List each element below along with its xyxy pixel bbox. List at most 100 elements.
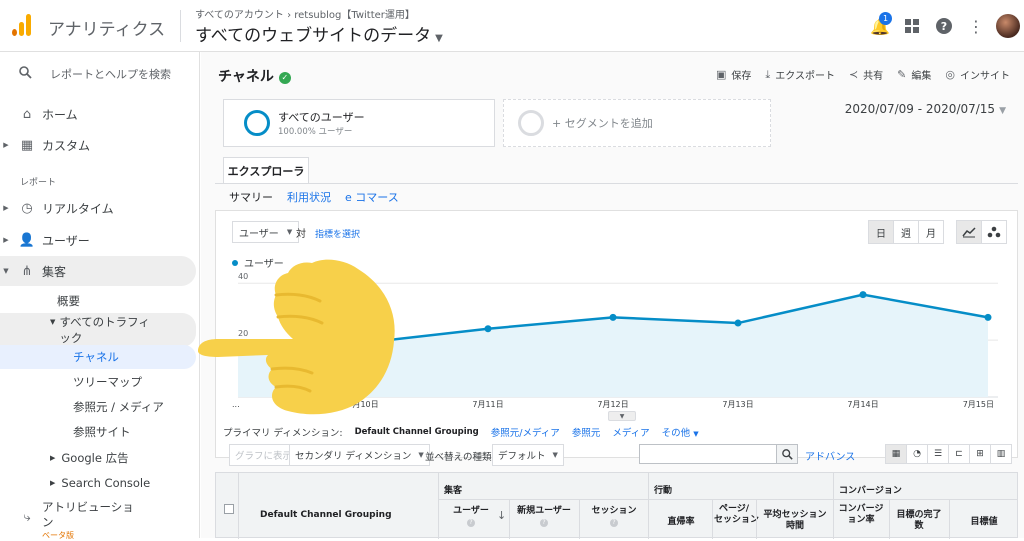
save-button[interactable]: ▣ 保存 <box>716 67 751 82</box>
sidebar-item-referrals[interactable]: 参照サイト <box>0 423 196 441</box>
col-header-sessions[interactable]: セッション? <box>581 506 647 529</box>
segment-all-users[interactable]: すべてのユーザー 100.00% ユーザー <box>223 99 495 147</box>
sidebar-item-treemap[interactable]: ツリーマップ <box>0 373 196 391</box>
col-header-new-users[interactable]: 新規ユーザー? <box>511 506 577 529</box>
collapse-arrow-icon: ▼ <box>50 318 56 326</box>
pie-view-icon[interactable]: ◔ <box>906 444 928 464</box>
sort-arrow-icon: ↓ <box>497 509 507 522</box>
notifications-bell-icon[interactable]: 🔔 1 <box>864 10 896 42</box>
chevron-down-icon: ▼ <box>418 451 424 459</box>
dimension-other[interactable]: その他 ▼ <box>662 425 699 439</box>
group-header-conversion: コンバージョン <box>839 486 902 496</box>
period-month-button[interactable]: 月 <box>918 220 944 244</box>
table-divider <box>756 499 757 539</box>
subtab-summary[interactable]: サマリー <box>229 189 273 205</box>
period-week-button[interactable]: 週 <box>893 220 919 244</box>
share-button[interactable]: ≺ 共有 <box>849 67 883 82</box>
sidebar-item-channels[interactable]: チャネル <box>0 345 196 369</box>
edit-button[interactable]: ✎ 編集 <box>897 67 931 82</box>
secondary-dimension-select[interactable]: セカンダリ ディメンション ▼ <box>289 444 430 466</box>
col-label: セッション <box>591 506 637 516</box>
col-header-users[interactable]: ユーザー? <box>442 506 500 529</box>
sidebar-search[interactable]: レポートとヘルプを検索 <box>0 52 200 96</box>
top-icons: 🔔 1 ? ⋮ <box>864 10 1024 42</box>
table-search-button[interactable] <box>776 444 798 464</box>
col-label: 目標の完了 数 <box>896 510 942 532</box>
pointing-hand-icon <box>198 259 395 415</box>
clock-icon: ◷ <box>21 200 33 216</box>
period-day-button[interactable]: 日 <box>868 220 894 244</box>
sidebar-item-overview[interactable]: 概要 <box>0 292 196 310</box>
help-icon[interactable]: ? <box>928 10 960 42</box>
subtab-ecommerce[interactable]: e コマース <box>345 189 399 205</box>
table-search-input[interactable] <box>639 444 777 464</box>
data-point[interactable] <box>484 325 492 333</box>
sidebar-item-audience[interactable]: ▶ 👤 ユーザー <box>0 225 196 255</box>
sidebar-item-realtime[interactable]: ▶ ◷ リアルタイム <box>0 193 196 223</box>
export-button[interactable]: ⤓ エクスポート <box>765 67 835 83</box>
col-header-channel[interactable]: Default Channel Grouping <box>260 510 392 520</box>
sidebar-item-google-ads[interactable]: ▶ Google 広告 <box>0 449 196 467</box>
tab-explorer[interactable]: エクスプローラ <box>223 157 309 183</box>
plot-rows-button[interactable]: グラフに表示 <box>229 444 299 466</box>
primary-dimension-label: プライマリ ディメンション: <box>223 428 343 439</box>
term-cloud-view-icon[interactable]: ⊞ <box>969 444 991 464</box>
sidebar-item-custom[interactable]: ▶ ▦ カスタム <box>0 130 196 160</box>
data-point[interactable] <box>734 319 742 327</box>
more-vert-icon[interactable]: ⋮ <box>960 10 992 42</box>
sidebar-item-label: カスタム <box>42 138 91 153</box>
x-tick-label: 7月13日 <box>722 400 753 409</box>
view-selector[interactable]: すべてのウェブサイトのデータ ▼ <box>195 21 443 46</box>
insight-button[interactable]: ◎ インサイト <box>945 67 1010 82</box>
search-input[interactable]: レポートとヘルプを検索 <box>50 66 171 82</box>
select-metric-link[interactable]: 指標を選択 <box>315 227 360 240</box>
col-header-avg-duration[interactable]: 平均セッション 時間 <box>758 510 832 533</box>
table-divider <box>889 499 890 539</box>
table-divider <box>712 499 713 539</box>
sidebar-item-acquisition[interactable]: ▼ ⋔ 集客 <box>0 256 196 286</box>
pivot-view-icon[interactable]: ▥ <box>990 444 1012 464</box>
period-toggle: 日 週 月 <box>868 220 944 244</box>
data-point[interactable] <box>859 291 867 299</box>
sidebar-item-attribution[interactable]: ⤷ アトリビューショ ン ベータ版 <box>0 500 196 540</box>
primary-dimension-current[interactable]: Default Channel Grouping <box>355 427 479 437</box>
data-point[interactable] <box>984 313 992 321</box>
sidebar-item-label: すべてのトラフィ ック <box>59 315 150 345</box>
col-header-bounce-rate[interactable]: 直帰率 <box>650 517 712 528</box>
date-range-picker[interactable]: 2020/07/09 - 2020/07/15 ▼ <box>845 102 1006 116</box>
col-header-pages-per-session[interactable]: ページ/ セッション <box>714 504 759 527</box>
attribution-icon: ⤷ <box>23 510 31 525</box>
chevron-down-icon: ▼ <box>999 106 1006 116</box>
metric-select[interactable]: ユーザー ▼ <box>232 221 300 243</box>
table-view-icon[interactable]: ▦ <box>885 444 907 464</box>
data-point[interactable] <box>609 313 617 321</box>
line-chart-icon[interactable] <box>956 220 982 244</box>
chevron-down-icon: ▼ <box>552 451 558 459</box>
bar-view-icon[interactable]: ☰ <box>927 444 949 464</box>
col-header-goal-completions[interactable]: 目標の完了 数 <box>891 510 947 533</box>
select-all-checkbox[interactable] <box>224 504 234 514</box>
subtab-behavior[interactable]: 利用状況 <box>287 189 331 205</box>
avatar[interactable] <box>996 14 1020 38</box>
sidebar-item-all-traffic[interactable]: ▼ すべてのトラフィ ック <box>0 313 196 347</box>
sidebar-item-source-medium[interactable]: 参照元 / メディア <box>0 398 196 416</box>
chart-resize-handle[interactable]: ▼ <box>608 411 636 421</box>
sort-type-select[interactable]: デフォルト ▼ <box>492 444 564 466</box>
comparison-view-icon[interactable]: ⊏ <box>948 444 970 464</box>
dimension-medium[interactable]: メディア <box>612 425 649 439</box>
add-segment-label: + セグメントを追加 <box>552 117 653 130</box>
dimension-source-medium[interactable]: 参照元/メディア <box>491 425 560 439</box>
col-header-goal-value[interactable]: 目標値 <box>951 517 1017 528</box>
analytics-logo-icon[interactable] <box>10 12 34 36</box>
sidebar-item-label: Search Console <box>61 476 151 490</box>
col-label: ページ/ セッション <box>714 504 760 526</box>
apps-grid-icon[interactable] <box>896 10 928 42</box>
account-breadcrumb[interactable]: すべてのアカウント › retsublog【Twitter運用】 <box>195 6 415 21</box>
motion-chart-icon[interactable] <box>981 220 1007 244</box>
add-segment-button[interactable]: + セグメントを追加 <box>503 99 771 147</box>
sidebar-item-search-console[interactable]: ▶ Search Console <box>0 474 196 492</box>
sidebar-item-home[interactable]: ⌂ ホーム <box>0 99 196 129</box>
advanced-filter-link[interactable]: アドバンス <box>805 448 855 463</box>
dimension-source[interactable]: 参照元 <box>572 425 601 439</box>
col-header-conversion-rate[interactable]: コンバージ ョン率 <box>835 504 887 527</box>
